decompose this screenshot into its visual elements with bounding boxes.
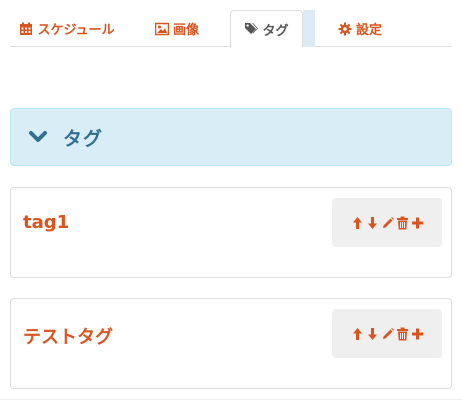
- tag-name: tag1: [23, 212, 70, 233]
- pencil-icon[interactable]: [381, 327, 394, 341]
- tab-divider: [303, 10, 315, 47]
- tag-card: tag1: [10, 187, 452, 278]
- tags-panel-header[interactable]: タグ: [10, 108, 452, 166]
- gear-icon: [338, 22, 352, 36]
- tag-name: テストタグ: [23, 327, 113, 348]
- calendar-icon: [19, 22, 33, 36]
- tab-image-label: 画像: [172, 23, 199, 38]
- tab-image[interactable]: 画像: [124, 10, 230, 47]
- tags-icon: [244, 22, 259, 36]
- tab-bar: スケジュール 画像 タグ 設定: [10, 10, 452, 48]
- arrow-up-icon[interactable]: [351, 216, 364, 230]
- panel-title: タグ: [63, 127, 104, 150]
- trash-icon[interactable]: [396, 327, 409, 341]
- image-icon: [154, 22, 169, 36]
- arrow-down-icon[interactable]: [366, 216, 379, 230]
- tag-actions: [332, 198, 442, 247]
- plus-icon[interactable]: [411, 216, 424, 230]
- chevron-down-icon: [29, 130, 47, 144]
- plus-icon[interactable]: [411, 327, 424, 341]
- arrow-down-icon[interactable]: [366, 327, 379, 341]
- tab-schedule-label: スケジュール: [37, 23, 115, 38]
- arrow-up-icon[interactable]: [351, 327, 364, 341]
- trash-icon[interactable]: [396, 216, 409, 230]
- tab-settings[interactable]: 設定: [315, 10, 405, 47]
- tab-schedule[interactable]: スケジュール: [10, 10, 124, 47]
- tag-actions: [332, 309, 442, 358]
- divider: [0, 399, 462, 400]
- tab-tags-label: タグ: [262, 23, 289, 39]
- pencil-icon[interactable]: [381, 216, 394, 230]
- tab-tags[interactable]: タグ: [230, 10, 303, 48]
- tab-settings-label: 設定: [355, 23, 382, 38]
- page: スケジュール 画像 タグ 設定 タグ tag1 テストタグ: [0, 0, 462, 401]
- tag-card: テストタグ: [10, 298, 452, 389]
